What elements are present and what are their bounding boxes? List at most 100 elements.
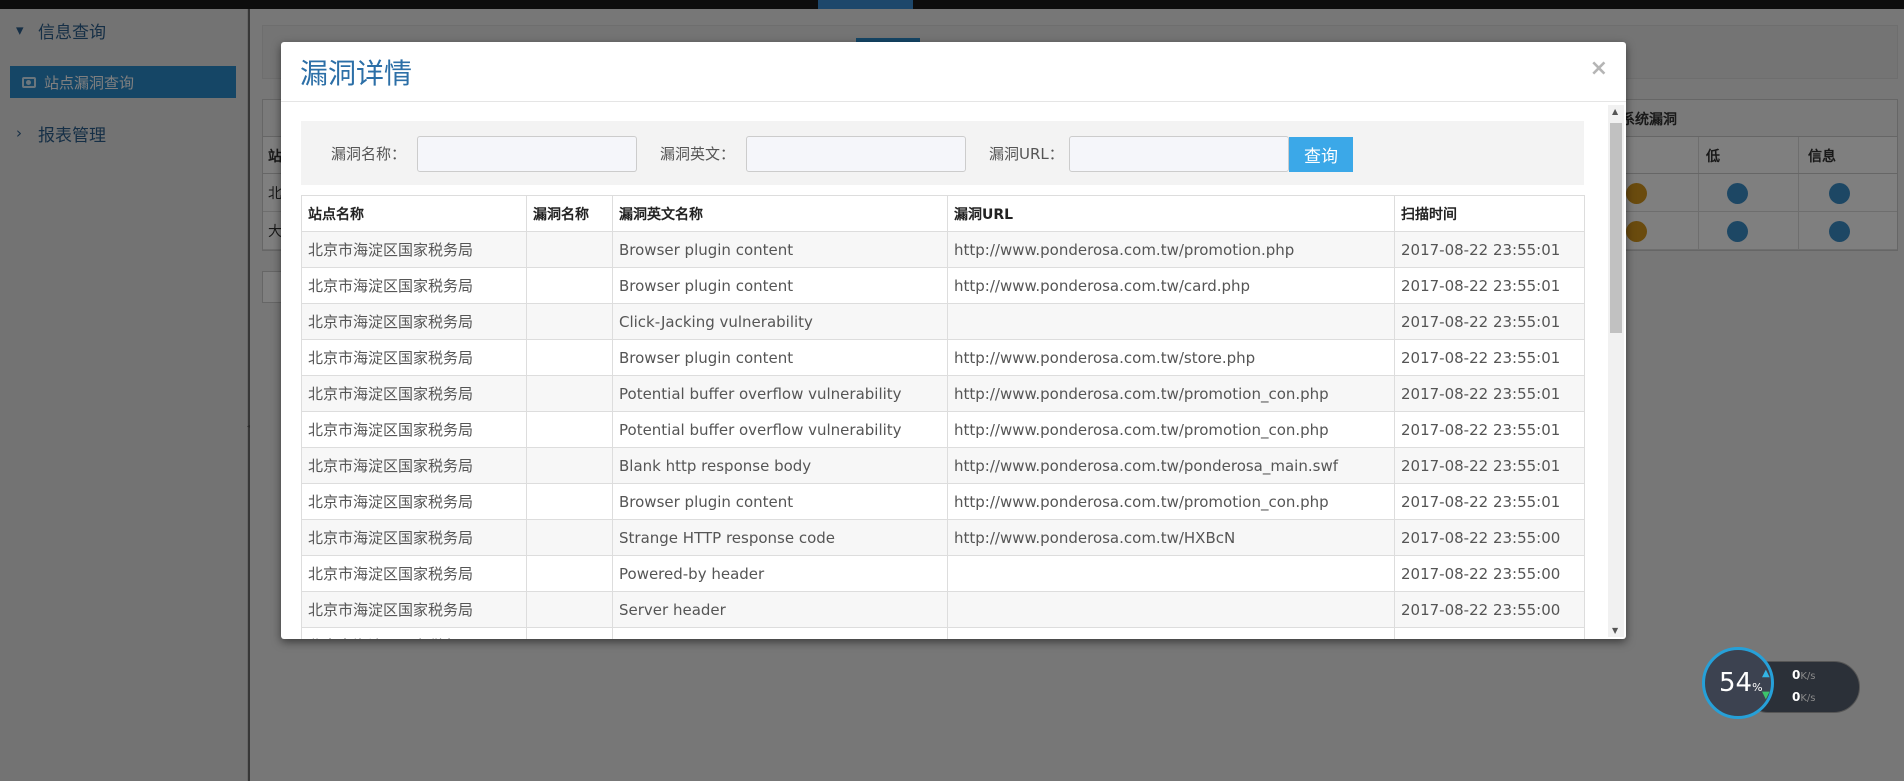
col-site-name[interactable]: 站点名称 <box>301 195 527 232</box>
cell-scan-time: 2017-08-22 23:55:01 <box>1394 375 1585 412</box>
cell-vuln-name <box>526 591 613 628</box>
table-row[interactable]: 北京市海淀区国家税务局 Powered-by header 2017-08-22 2… <box>301 555 1585 592</box>
cell-site-name: 北京市海淀区国家税务局 <box>301 519 527 556</box>
cell-vuln-url: http://www.ponderosa.com.tw/promotion_co… <box>947 375 1395 412</box>
cell-vuln-english-name: Powered-by header <box>612 555 948 592</box>
col-vuln-english-name[interactable]: 漏洞英文名称 <box>612 195 948 232</box>
network-speed-widget[interactable]: 54% ▲ 0K/s ▼ 0K/s <box>1702 647 1862 719</box>
cell-site-name: 北京市海淀区国家税务局 <box>301 303 527 340</box>
cell-vuln-name <box>526 483 613 520</box>
cell-vuln-english-name: Potential buffer overflow vulnerability <box>612 411 948 448</box>
cell-vuln-url: http://www.ponderosa.com.tw/promotion_co… <box>947 483 1395 520</box>
col-vuln-url[interactable]: 漏洞URL <box>947 195 1395 232</box>
cell-vuln-url: http://www.ponderosa.com.tw/promotion_co… <box>947 411 1395 448</box>
cell-scan-time: 2017-08-22 23:55:01 <box>1394 447 1585 484</box>
cell-vuln-english-name <box>612 627 948 639</box>
cell-site-name: 北京市海淀区国家税务局 <box>301 231 527 268</box>
cell-vuln-url <box>947 303 1395 340</box>
table-row[interactable]: 北京市海淀区国家税务局 Browser plugin content http://… <box>301 231 1585 268</box>
cell-site-name: 北京市海淀区国家税务局 <box>301 447 527 484</box>
vuln-table: 站点名称 漏洞名称 漏洞英文名称 漏洞URL 扫描时间 北京市海淀区国家税务局 B… <box>301 195 1585 639</box>
vuln-english-label: 漏洞英文： <box>660 145 736 163</box>
table-row[interactable]: 北京市海淀区国家税务局 Potential buffer overflow vul… <box>301 375 1585 412</box>
cell-site-name: 北京市海淀区国家税务局 <box>301 339 527 376</box>
table-row[interactable]: 北京市海淀区国家税务局 Browser plugin content http://… <box>301 267 1585 304</box>
cell-vuln-english-name: Potential buffer overflow vulnerability <box>612 375 948 412</box>
table-row[interactable]: 北京市海淀区国家税务局 Browser plugin content http://… <box>301 483 1585 520</box>
table-row[interactable]: 北京市海淀区国家税务局 Browser plugin content http://… <box>301 339 1585 376</box>
query-button[interactable]: 查询 <box>1289 137 1353 172</box>
cell-vuln-name <box>526 627 613 639</box>
table-header-row: 站点名称 漏洞名称 漏洞英文名称 漏洞URL 扫描时间 <box>301 195 1585 232</box>
cell-vuln-name <box>526 447 613 484</box>
cell-vuln-name <box>526 231 613 268</box>
usage-percent: 54 <box>1719 668 1753 698</box>
download-arrow-icon: ▼ <box>1762 690 1770 701</box>
scroll-down-icon[interactable]: ▼ <box>1612 626 1618 635</box>
cell-site-name: 北京市海淀区国家税务局 <box>301 375 527 412</box>
cell-vuln-english-name: Strange HTTP response code <box>612 519 948 556</box>
cell-vuln-english-name: Browser plugin content <box>612 267 948 304</box>
cell-scan-time: 2017-08-22 23:55:00 <box>1394 555 1585 592</box>
cell-vuln-url <box>947 591 1395 628</box>
cell-vuln-url: http://www.ponderosa.com.tw/card.php <box>947 267 1395 304</box>
cell-vuln-english-name: Browser plugin content <box>612 483 948 520</box>
cell-vuln-url: http://www.ponderosa.com.tw/HXBcN <box>947 519 1395 556</box>
usage-circle: 54% <box>1702 647 1774 719</box>
vuln-name-input[interactable] <box>417 136 637 172</box>
cell-vuln-name <box>526 303 613 340</box>
cell-site-name: 北京市海淀区国家税务局 <box>301 591 527 628</box>
cell-scan-time <box>1394 627 1585 639</box>
cell-scan-time: 2017-08-22 23:55:01 <box>1394 303 1585 340</box>
cell-vuln-url: http://www.ponderosa.com.tw/promotion.ph… <box>947 231 1395 268</box>
vuln-english-input[interactable] <box>746 136 966 172</box>
modal-scrollbar[interactable]: ▲ ▼ <box>1608 105 1624 637</box>
cell-site-name: 北京市海淀区国家税务局 <box>301 411 527 448</box>
modal-title: 漏洞详情 <box>300 57 413 90</box>
cell-vuln-english-name: Browser plugin content <box>612 339 948 376</box>
cell-site-name: 北京市海淀区国家税务局 <box>301 627 527 639</box>
cell-vuln-name <box>526 339 613 376</box>
cell-scan-time: 2017-08-22 23:55:01 <box>1394 411 1585 448</box>
close-icon[interactable]: × <box>1590 56 1608 81</box>
col-vuln-name[interactable]: 漏洞名称 <box>526 195 613 232</box>
cell-vuln-name <box>526 411 613 448</box>
cell-scan-time: 2017-08-22 23:55:01 <box>1394 483 1585 520</box>
cell-vuln-name <box>526 375 613 412</box>
cell-scan-time: 2017-08-22 23:55:00 <box>1394 519 1585 556</box>
cell-vuln-url: http://www.ponderosa.com.tw/store.php <box>947 339 1395 376</box>
vuln-detail-modal: 漏洞详情 × 漏洞名称： 漏洞英文： 漏洞URL： 查询 站点名称 漏洞名称 漏… <box>281 42 1626 639</box>
upload-arrow-icon: ▲ <box>1762 668 1770 679</box>
cell-vuln-english-name: Server header <box>612 591 948 628</box>
cell-vuln-url: http://www.ponderosa.com.tw/ponderosa_ma… <box>947 447 1395 484</box>
scroll-up-icon[interactable]: ▲ <box>1612 107 1618 116</box>
modal-body: 漏洞名称： 漏洞英文： 漏洞URL： 查询 站点名称 漏洞名称 漏洞英文名称 漏… <box>281 103 1626 639</box>
cell-vuln-url <box>947 555 1395 592</box>
vuln-url-input[interactable] <box>1069 136 1289 172</box>
cell-scan-time: 2017-08-22 23:55:01 <box>1394 339 1585 376</box>
table-row[interactable]: 北京市海淀区国家税务局 Server header 2017-08-22 23:55… <box>301 591 1585 628</box>
table-row[interactable]: 北京市海淀区国家税务局 Click-Jacking vulnerability 20… <box>301 303 1585 340</box>
vuln-url-label: 漏洞URL： <box>989 145 1064 163</box>
table-row[interactable]: 北京市海淀区国家税务局 Blank http response body http:… <box>301 447 1585 484</box>
cell-scan-time: 2017-08-22 23:55:00 <box>1394 591 1585 628</box>
cell-scan-time: 2017-08-22 23:55:01 <box>1394 231 1585 268</box>
col-scan-time[interactable]: 扫描时间 <box>1394 195 1585 232</box>
cell-site-name: 北京市海淀区国家税务局 <box>301 267 527 304</box>
cell-site-name: 北京市海淀区国家税务局 <box>301 483 527 520</box>
scrollbar-thumb[interactable] <box>1610 123 1622 333</box>
cell-vuln-english-name: Blank http response body <box>612 447 948 484</box>
cell-site-name: 北京市海淀区国家税务局 <box>301 555 527 592</box>
cell-vuln-english-name: Click-Jacking vulnerability <box>612 303 948 340</box>
filter-bar: 漏洞名称： 漏洞英文： 漏洞URL： 查询 <box>301 121 1584 185</box>
table-row[interactable]: 北京市海淀区国家税务局 Strange HTTP response code htt… <box>301 519 1585 556</box>
vuln-name-label: 漏洞名称： <box>331 145 407 163</box>
table-row[interactable]: 北京市海淀区国家税务局 <box>301 627 1585 639</box>
cell-scan-time: 2017-08-22 23:55:01 <box>1394 267 1585 304</box>
cell-vuln-url <box>947 627 1395 639</box>
table-row[interactable]: 北京市海淀区国家税务局 Potential buffer overflow vul… <box>301 411 1585 448</box>
cell-vuln-english-name: Browser plugin content <box>612 231 948 268</box>
cell-vuln-name <box>526 267 613 304</box>
cell-vuln-name <box>526 555 613 592</box>
modal-header: 漏洞详情 × <box>281 42 1626 102</box>
